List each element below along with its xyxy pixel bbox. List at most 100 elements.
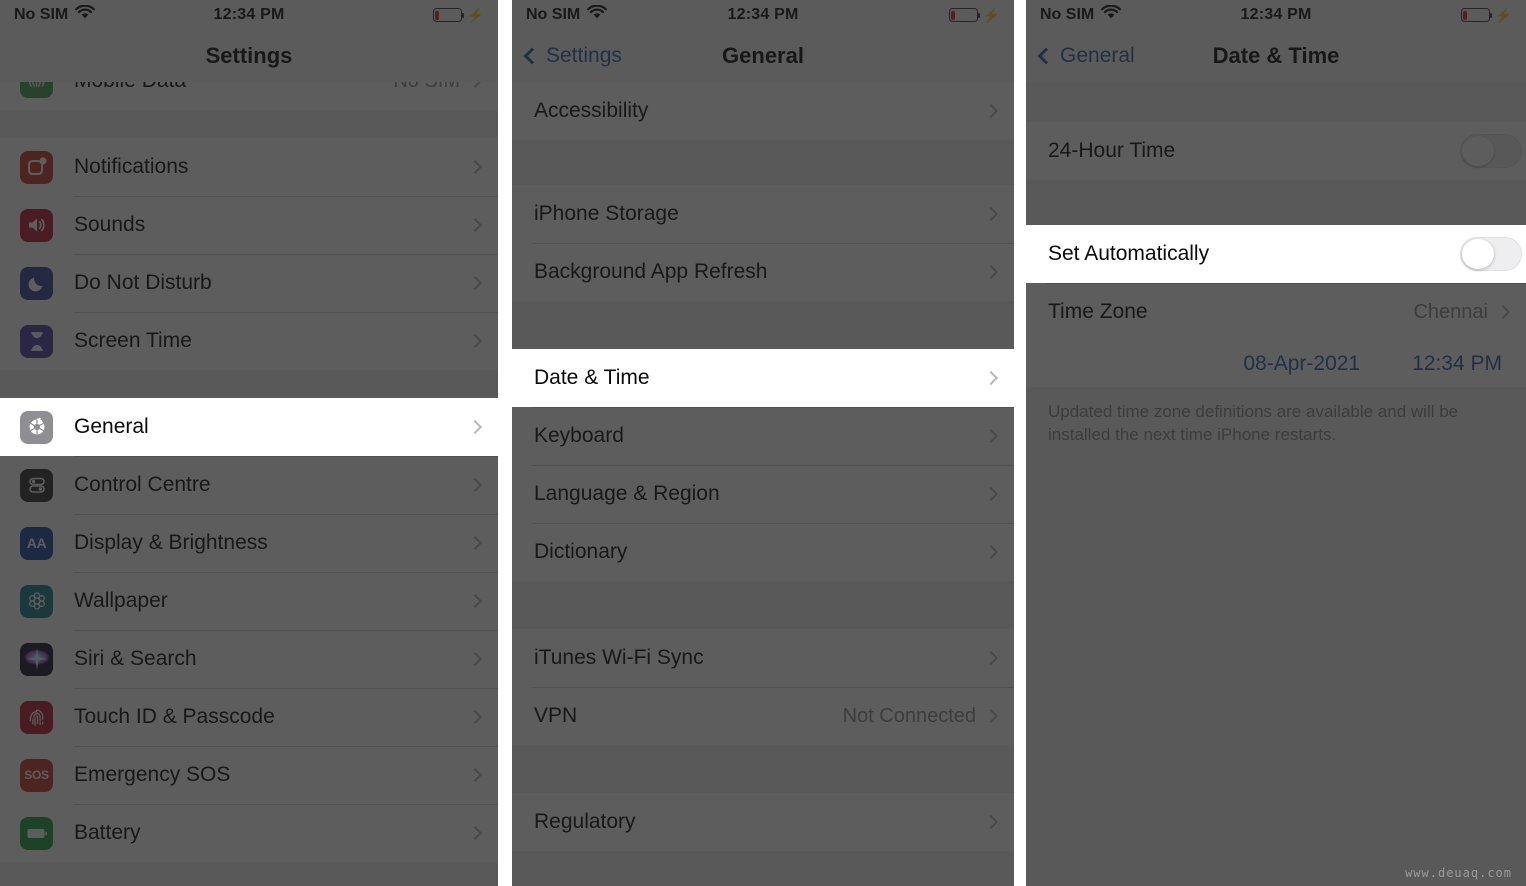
sounds-icon [20, 208, 53, 242]
chevron-right-icon [467, 535, 483, 551]
chevron-right-icon [467, 593, 483, 609]
chevron-left-icon [1037, 47, 1055, 65]
row-label: Language & Region [534, 482, 720, 505]
back-label: General [1060, 44, 1135, 67]
back-button-general[interactable]: General [1037, 44, 1135, 68]
row-label: Accessibility [534, 99, 649, 122]
group-accessibility: Accessibility [512, 82, 1014, 140]
time-value[interactable]: 12:34 PM [1412, 352, 1502, 376]
status-bar-2: No SIM 12:34 PM ⚡ [512, 0, 1014, 30]
list-item-keyboard[interactable]: Keyboard [512, 407, 1014, 465]
chevron-left-icon [523, 47, 541, 65]
panel-2-body: Accessibility iPhone Storage Background … [512, 82, 1014, 886]
row-label: Sounds [74, 213, 146, 236]
group-24hour: 24-Hour Time [1026, 122, 1526, 180]
sidebar-item-touch-id-passcode[interactable]: Touch ID & Passcode [0, 688, 498, 746]
sidebar-item-battery[interactable]: Battery [0, 804, 498, 862]
group-gap [0, 370, 498, 398]
row-label: iPhone Storage [534, 202, 679, 225]
lightning-bolt-icon: ⚡ [1494, 7, 1512, 23]
chevron-right-icon [983, 428, 999, 444]
group-storage: iPhone Storage Background App Refresh [512, 185, 1014, 301]
screenshot-stage: No SIM 12:34 PM ⚡ Settings Notifications… [0, 0, 1526, 886]
chevron-right-icon [467, 651, 483, 667]
row-label: Battery [74, 821, 141, 844]
status-time-2: 12:34 PM [727, 6, 799, 23]
row-label: Control Centre [74, 473, 211, 496]
row-label: Screen Time [74, 329, 192, 352]
group-gap [1026, 82, 1526, 122]
chevron-right-icon [983, 486, 999, 502]
list-item-set-automatically[interactable]: Set Automatically [1026, 225, 1526, 283]
battery-low-icon [432, 8, 465, 22]
list-item-time-zone[interactable]: Time Zone Chennai [1026, 283, 1526, 341]
date-value[interactable]: 08-Apr-2021 [1243, 352, 1360, 376]
panel-3-body: 24-Hour Time Set Automatically Time Zone… [1026, 82, 1526, 886]
chevron-right-icon [983, 650, 999, 666]
list-filler [1026, 446, 1526, 886]
page-title-settings: Settings [205, 43, 293, 68]
lightning-bolt-icon: ⚡ [466, 7, 484, 23]
row-label: Notifications [74, 155, 189, 178]
row-label: Do Not Disturb [74, 271, 212, 294]
nav-bar-2: Settings General [512, 30, 1014, 82]
toggle-24-hour-time[interactable] [1460, 134, 1522, 168]
row-label: Date & Time [534, 366, 650, 389]
group-general: General Control Centre AA Display & Brig… [0, 398, 498, 862]
row-label: Regulatory [534, 810, 636, 833]
list-item-vpn[interactable]: VPN Not Connected [512, 687, 1014, 745]
status-right-3: ⚡ [1460, 7, 1512, 23]
status-right-1: ⚡ [432, 7, 484, 23]
sidebar-item-sounds[interactable]: Sounds [0, 196, 498, 254]
battery-low-icon [948, 8, 981, 22]
toggle-set-automatically[interactable] [1460, 237, 1522, 271]
group-gap [512, 581, 1014, 629]
sidebar-item-emergency-sos[interactable]: SOS Emergency SOS [0, 746, 498, 804]
sidebar-item-do-not-disturb[interactable]: Do Not Disturb [0, 254, 498, 312]
group-gap [512, 301, 1014, 349]
sidebar-item-screen-time[interactable]: Screen Time [0, 312, 498, 370]
gear-icon [20, 410, 53, 444]
panel-date-time: No SIM 12:34 PM ⚡ General Date & Time 24… [1026, 0, 1526, 886]
list-item-language-region[interactable]: Language & Region [512, 465, 1014, 523]
list-item-24-hour-time[interactable]: 24-Hour Time [1026, 122, 1526, 180]
fingerprint-icon [20, 700, 53, 734]
chevron-right-icon [1495, 304, 1511, 320]
chevron-right-icon [983, 708, 999, 724]
row-label: Background App Refresh [534, 260, 768, 283]
row-label: iTunes Wi-Fi Sync [534, 646, 704, 669]
list-item-iphone-storage[interactable]: iPhone Storage [512, 185, 1014, 243]
list-item-itunes-wifi-sync[interactable]: iTunes Wi-Fi Sync [512, 629, 1014, 687]
sidebar-item-display-brightness[interactable]: AA Display & Brightness [0, 514, 498, 572]
date-time-display[interactable]: 08-Apr-2021 12:34 PM [1026, 341, 1526, 387]
row-label: Emergency SOS [74, 763, 231, 786]
sidebar-item-siri-search[interactable]: Siri & Search [0, 630, 498, 688]
row-label: Wallpaper [74, 589, 168, 612]
list-item-accessibility[interactable]: Accessibility [512, 82, 1014, 140]
row-label: General [74, 415, 149, 438]
group-gap [0, 110, 498, 138]
group-regulatory: Regulatory [512, 793, 1014, 851]
list-filler [512, 851, 1014, 886]
back-button-settings[interactable]: Settings [523, 44, 622, 68]
list-item-regulatory[interactable]: Regulatory [512, 793, 1014, 851]
list-item-date-time[interactable]: Date & Time [512, 349, 1014, 407]
hourglass-icon [20, 324, 53, 358]
group-set-automatically: Set Automatically Time Zone Chennai 08-A… [1026, 225, 1526, 387]
status-time-3: 12:34 PM [1240, 6, 1312, 23]
list-item-background-app-refresh[interactable]: Background App Refresh [512, 243, 1014, 301]
row-label: 24-Hour Time [1048, 139, 1176, 162]
row-value: Chennai [1413, 300, 1488, 323]
nav-bar-3: General Date & Time [1026, 30, 1526, 82]
sidebar-item-wallpaper[interactable]: Wallpaper [0, 572, 498, 630]
chevron-right-icon [467, 333, 483, 349]
sidebar-item-general[interactable]: General [0, 398, 498, 456]
list-item-dictionary[interactable]: Dictionary [512, 523, 1014, 581]
list-filler [0, 862, 498, 886]
sidebar-item-control-centre[interactable]: Control Centre [0, 456, 498, 514]
status-right-2: ⚡ [948, 8, 1000, 22]
chevron-right-icon [983, 814, 999, 830]
sidebar-item-notifications[interactable]: Notifications [0, 138, 498, 196]
chevron-right-icon [467, 825, 483, 841]
chevron-right-icon [467, 477, 483, 493]
